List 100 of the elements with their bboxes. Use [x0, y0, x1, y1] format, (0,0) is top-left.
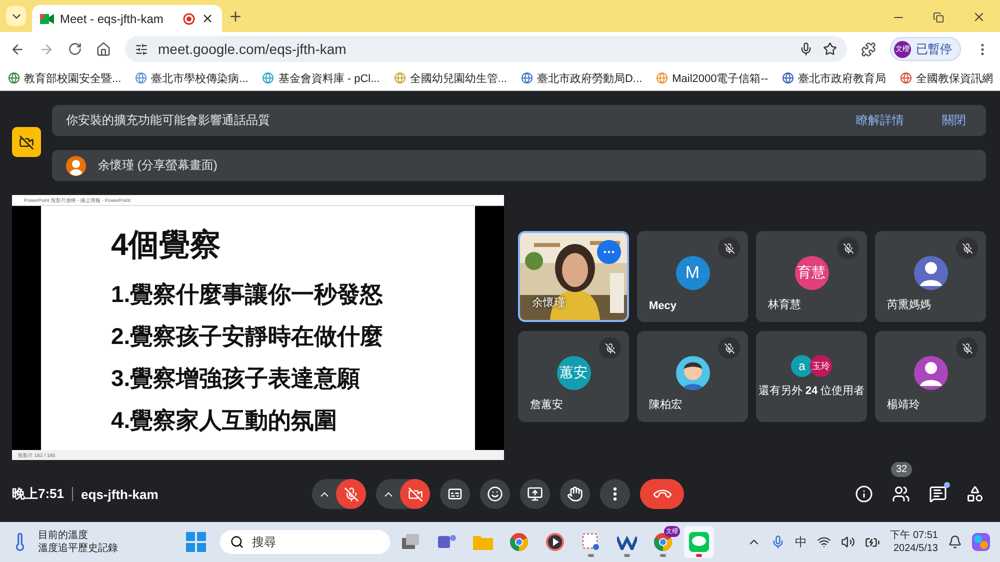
profile-status: 已暫停 — [916, 40, 952, 58]
bookmark-link[interactable]: 教育部校園安全暨... — [8, 70, 122, 86]
windows-start-icon[interactable] — [186, 532, 206, 552]
address-bar[interactable]: meet.google.com/eqs-jfth-kam — [125, 36, 847, 62]
snipping-icon — [582, 533, 600, 551]
notice-link[interactable]: 關閉 — [936, 111, 972, 130]
bookmark-link[interactable]: 臺北市政府教育局 — [782, 70, 886, 86]
recording-icon — [183, 12, 195, 24]
participant-name: 林育慧 — [768, 298, 801, 312]
new-tab-icon[interactable] — [228, 9, 243, 24]
restore-icon[interactable] — [933, 12, 944, 22]
people-count: 32 — [891, 462, 912, 477]
clock-date: 2024/5/13 — [894, 542, 938, 555]
bookmark-link[interactable]: 臺北市學校傳染病... — [135, 70, 248, 86]
meeting-code: eqs-jfth-kam — [81, 486, 158, 502]
camera-button[interactable] — [400, 479, 430, 509]
others-count-label: 還有另外 24 位使用者 — [758, 384, 865, 398]
slide-line: 1.覺察什麼事讓你一秒發怒 — [111, 280, 384, 309]
tab-title: Meet - eqs-jfth-kam — [60, 12, 164, 26]
volume-icon[interactable] — [841, 535, 856, 549]
tab-search-button[interactable] — [6, 6, 26, 26]
participant-tile[interactable]: 陳柏宏 — [637, 331, 748, 422]
people-icon — [892, 485, 910, 503]
raise-hand-button[interactable] — [560, 479, 590, 509]
participant-name: Mecy — [649, 300, 677, 312]
participant-tile[interactable]: 育慧 林育慧 — [756, 231, 867, 322]
home-icon[interactable] — [96, 42, 111, 56]
captions-button[interactable] — [440, 479, 470, 509]
search-field[interactable]: 搜尋 — [220, 530, 390, 554]
participant-tile[interactable]: M Mecy — [637, 231, 748, 322]
bookmark-link[interactable]: 全國教保資訊網 — [900, 70, 994, 86]
smiley-icon — [487, 486, 503, 502]
participant-tile[interactable]: 余懷瑾 — [518, 231, 629, 322]
chrome-icon — [510, 533, 528, 551]
close-icon[interactable] — [201, 12, 214, 25]
camera-off-icon — [19, 134, 34, 150]
bookmark-star-icon[interactable] — [823, 42, 837, 56]
input-method[interactable]: 中 — [795, 534, 808, 550]
info-button[interactable] — [855, 485, 873, 503]
bookmark-link[interactable]: Mail2000電子信箱-- — [656, 70, 768, 86]
participant-name: 余懷瑾 — [532, 296, 565, 310]
folder-icon — [473, 534, 493, 550]
camera-off-icon — [408, 486, 422, 502]
avatar: M — [676, 256, 710, 290]
extensions-icon[interactable] — [861, 42, 876, 56]
slide-line: 2.覺察孩子安靜時在做什麼 — [111, 322, 384, 351]
browser-tab[interactable]: Meet - eqs-jfth-kam — [32, 5, 222, 32]
microphone-button[interactable] — [336, 479, 366, 509]
meeting-time: 晚上7:51 — [12, 485, 64, 503]
participant-tile[interactable]: a 玉玲 還有另外 24 位使用者 — [756, 331, 867, 422]
bookmark-link[interactable]: 臺北市政府勞動局D... — [520, 70, 642, 86]
play-icon — [546, 533, 564, 551]
teams-icon — [438, 533, 456, 551]
clock[interactable]: 下午 07:51 2024/5/13 — [890, 529, 938, 555]
more-icon — [613, 487, 617, 501]
chat-icon — [929, 485, 947, 503]
bookmark-link[interactable]: 全國幼兒園幼生管... — [394, 70, 507, 86]
search-input[interactable]: 搜尋 — [250, 534, 380, 550]
leave-call-button[interactable] — [640, 479, 684, 509]
participant-tile[interactable]: 蕙安 詹蕙安 — [518, 331, 629, 422]
camera-off-badge[interactable] — [12, 127, 41, 157]
weather-title: 目前的溫度 — [38, 529, 89, 542]
participant-tile[interactable]: 楊靖玲 — [875, 331, 986, 422]
notifications-icon[interactable] — [948, 535, 962, 549]
activities-button[interactable] — [966, 485, 984, 503]
emoji-button[interactable] — [480, 479, 510, 509]
notice-text: 你安裝的擴充功能可能會影響通話品質 — [66, 112, 271, 129]
slide-line: 4.覺察家人互動的氛圍 — [111, 406, 338, 435]
participant-tile[interactable]: 芮熏媽媽 — [875, 231, 986, 322]
hand-icon — [567, 486, 583, 502]
clock-time: 下午 07:51 — [890, 529, 938, 542]
avatar — [66, 156, 86, 176]
participant-name: 楊靖玲 — [887, 398, 920, 412]
microphone-icon[interactable] — [799, 42, 813, 56]
wifi-icon[interactable] — [817, 535, 832, 549]
url-text: meet.google.com/eqs-jfth-kam — [158, 41, 348, 57]
weather-subtitle: 溫度追平歷史記錄 — [38, 542, 118, 555]
back-icon[interactable] — [10, 42, 25, 56]
chat-button[interactable] — [929, 485, 947, 503]
site-settings-icon[interactable] — [135, 42, 148, 56]
shapes-icon — [966, 485, 984, 503]
search-icon — [230, 535, 244, 549]
present-button[interactable] — [520, 479, 550, 509]
more-options-button[interactable] — [600, 479, 630, 509]
participant-name: 芮熏媽媽 — [887, 298, 931, 312]
wave-icon — [617, 534, 637, 550]
participant-name: 詹蕙安 — [530, 398, 563, 412]
avatar: 玉玲 — [810, 355, 832, 377]
avatar: a — [791, 355, 813, 377]
bookmark-link[interactable]: 基金會資料庫 - pCl... — [262, 70, 380, 86]
participant-name: 陳柏宏 — [649, 398, 682, 412]
meet-logo-icon — [40, 12, 54, 24]
copilot-icon[interactable] — [972, 533, 990, 551]
chrome-icon — [654, 533, 672, 551]
notice-link[interactable]: 瞭解詳情 — [850, 111, 910, 130]
reload-icon[interactable] — [68, 42, 82, 56]
slide-line: 3.覺察增強孩子表達意願 — [111, 364, 362, 393]
avatar: 育慧 — [794, 256, 828, 290]
close-icon[interactable] — [972, 10, 986, 24]
slide-title: 4個覺察 — [111, 226, 222, 264]
